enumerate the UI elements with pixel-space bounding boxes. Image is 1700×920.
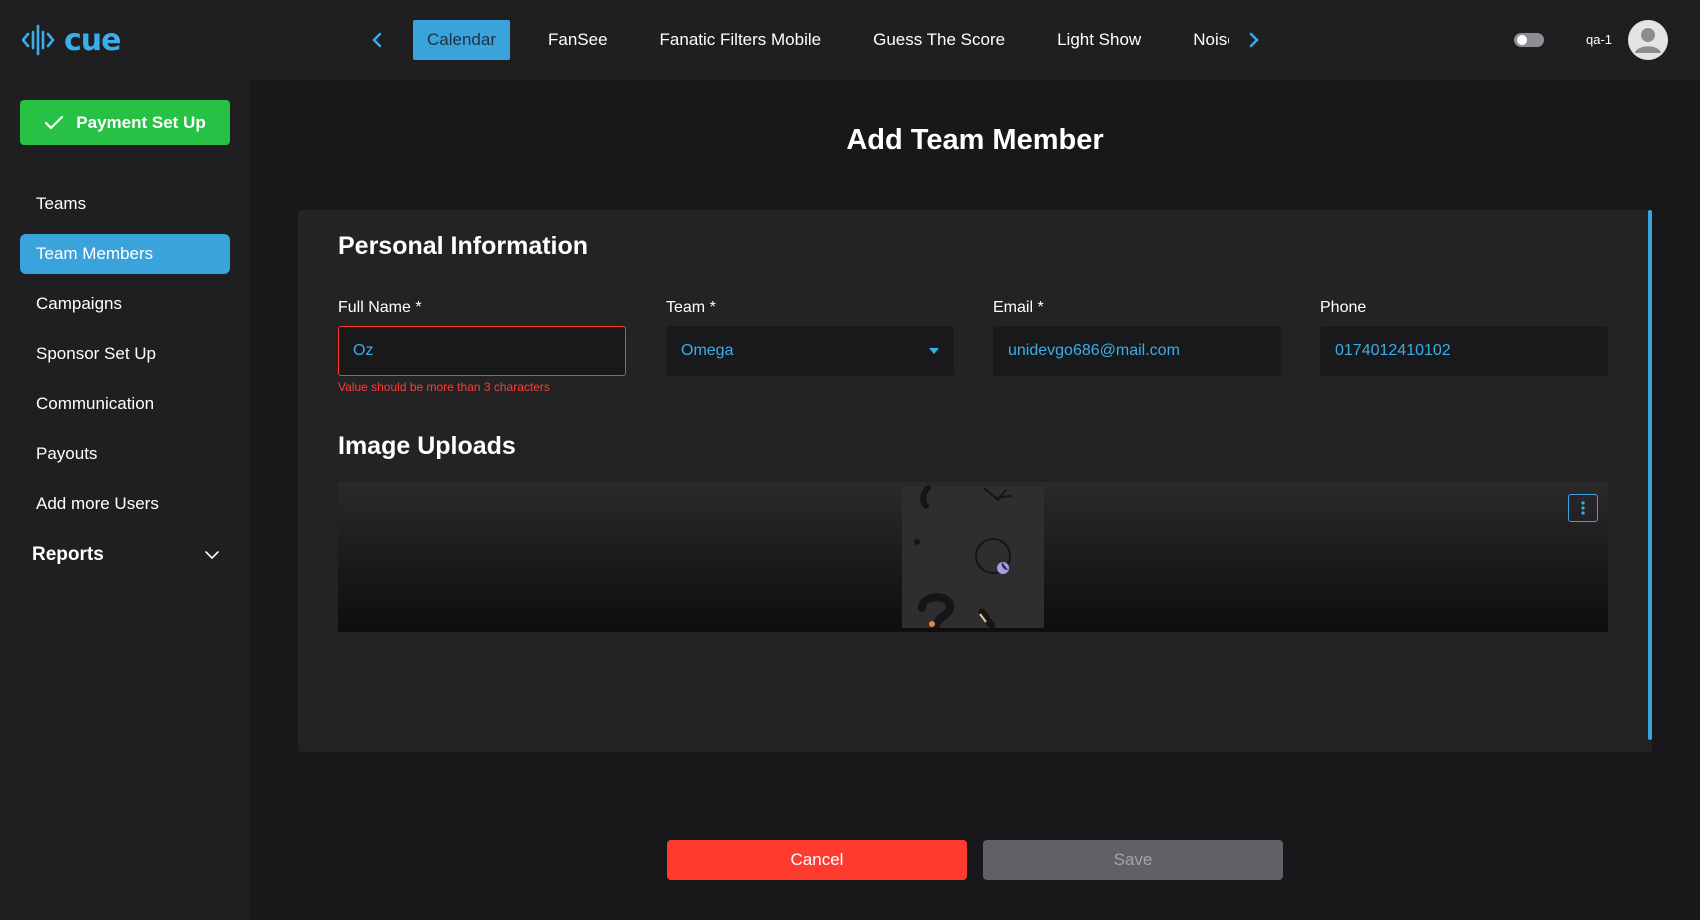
sidebar-item-team-members[interactable]: Team Members	[20, 234, 230, 274]
email-value: unidevgo686@mail.com	[1008, 342, 1180, 359]
dark-mode-toggle-icon	[1514, 33, 1544, 47]
full-name-value: Oz	[353, 342, 374, 359]
sidebar-item-communication[interactable]: Communication	[20, 384, 230, 424]
tab-fanatic-filters-mobile[interactable]: Fanatic Filters Mobile	[646, 20, 836, 60]
form-scrollbar[interactable]	[1648, 210, 1652, 740]
payment-set-up-label: Payment Set Up	[76, 112, 206, 132]
sidebar-item-label: Add more Users	[36, 494, 159, 513]
sidebar-item-teams[interactable]: Teams	[20, 184, 230, 224]
soundwave-logo-icon	[22, 24, 55, 56]
uploaded-image-thumbnail	[902, 486, 1044, 628]
feature-tabs: Calendar FanSee Fanatic Filters Mobile G…	[413, 20, 1229, 60]
team-label: Team *	[666, 299, 716, 316]
cue-logo[interactable]: cue	[22, 20, 121, 60]
logo-text: cue	[64, 22, 121, 58]
theme-toggle[interactable]	[1513, 28, 1545, 52]
sidebar-item-add-more-users[interactable]: Add more Users	[20, 484, 230, 524]
image-options-button[interactable]	[1568, 494, 1598, 522]
sidebar-item-label: Sponsor Set Up	[36, 344, 157, 363]
phone-field[interactable]: 0174012410102	[1320, 326, 1608, 376]
sidebar-item-sponsor-set-up[interactable]: Sponsor Set Up	[20, 334, 230, 374]
page-title: Add Team Member	[846, 124, 1104, 156]
team-member-form-card: Personal Information Full Name * Oz Valu…	[298, 210, 1652, 752]
tab-fansee[interactable]: FanSee	[534, 20, 622, 60]
sidebar-item-label: Team Members	[36, 244, 154, 263]
cancel-button[interactable]: Cancel	[667, 840, 967, 880]
full-name-label: Full Name *	[338, 299, 422, 316]
phone-label: Phone	[1320, 299, 1367, 316]
tabs-next-button[interactable]	[1239, 24, 1269, 56]
sidebar: Payment Set Up Teams Team Members Campai…	[0, 80, 250, 920]
tabs-prev-button[interactable]	[362, 24, 392, 56]
image-uploads-heading: Image Uploads	[338, 432, 516, 460]
sidebar-item-label: Campaigns	[36, 294, 122, 313]
more-vertical-icon	[1581, 501, 1585, 515]
chevron-down-icon	[205, 551, 219, 560]
caret-down-icon	[929, 348, 939, 354]
tab-noise[interactable]: Noise	[1179, 20, 1229, 60]
personal-information-heading: Personal Information	[338, 232, 589, 260]
tab-light-show[interactable]: Light Show	[1043, 20, 1155, 60]
placeholder-illustration-image	[914, 486, 1013, 628]
sidebar-item-payouts[interactable]: Payouts	[20, 434, 230, 474]
check-icon	[45, 115, 64, 129]
user-avatar-button[interactable]	[1628, 20, 1668, 60]
reports-label: Reports	[32, 544, 104, 565]
chevron-left-icon	[372, 32, 382, 48]
team-select[interactable]: Omega	[666, 326, 954, 376]
save-button[interactable]: Save	[983, 840, 1283, 880]
payment-set-up-button[interactable]: Payment Set Up	[20, 100, 230, 145]
tab-calendar[interactable]: Calendar	[413, 20, 510, 60]
sidebar-item-label: Teams	[36, 194, 87, 213]
username: qa-1	[1586, 32, 1613, 47]
top-navigation-bar: cue Calendar FanSee Fanatic Filters Mobi…	[0, 0, 1700, 80]
email-label: Email *	[993, 299, 1044, 316]
sidebar-item-label: Payouts	[36, 444, 98, 463]
full-name-error-message: Value should be more than 3 characters	[338, 380, 550, 394]
team-value: Omega	[681, 342, 734, 359]
tab-guess-the-score[interactable]: Guess The Score	[859, 20, 1019, 60]
full-name-input[interactable]: Oz	[338, 326, 626, 376]
image-upload-area[interactable]	[338, 482, 1608, 632]
email-field[interactable]: unidevgo686@mail.com	[993, 326, 1281, 376]
phone-value: 0174012410102	[1335, 342, 1451, 359]
user-avatar-icon	[1635, 28, 1661, 53]
main-content: Add Team Member Personal Information Ful…	[250, 80, 1700, 920]
sidebar-item-label: Communication	[36, 394, 155, 413]
sidebar-reports-toggle[interactable]: Reports	[20, 535, 230, 575]
chevron-right-icon	[1249, 32, 1259, 48]
sidebar-item-campaigns[interactable]: Campaigns	[20, 284, 230, 324]
